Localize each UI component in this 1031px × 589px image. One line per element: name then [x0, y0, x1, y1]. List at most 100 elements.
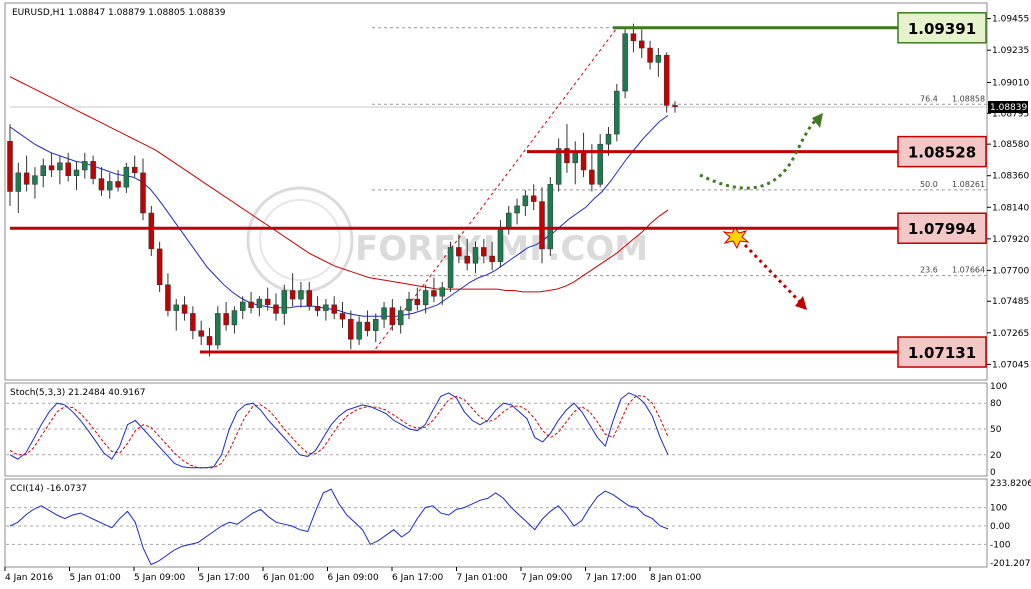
candle-body [580, 152, 587, 171]
candle-body [181, 304, 188, 314]
candle [614, 83, 620, 142]
stoch-label: Stoch(5,3,3) 21.2484 40.9167 [10, 388, 145, 398]
candle-body [32, 175, 38, 185]
candle-body [314, 306, 321, 311]
candle [622, 26, 628, 99]
cci-tick-label: -201.2077 [990, 559, 1031, 569]
time-tick-label: 4 Jan 2016 [5, 573, 53, 583]
candle-body [456, 247, 462, 257]
candle-body [630, 33, 637, 42]
candle-body [40, 165, 46, 176]
candle-body [48, 165, 55, 171]
candle-body [264, 298, 271, 306]
candle-body [223, 313, 229, 326]
candle-body [406, 298, 412, 311]
candle-body [672, 105, 678, 108]
cci-label: CCI(14) -16.0737 [10, 484, 87, 494]
candle-body [506, 212, 512, 228]
candle-body [339, 313, 346, 320]
candle-body [522, 195, 529, 207]
candle [663, 52, 670, 113]
fib-level-price: 1.08858 [952, 94, 985, 103]
candle-body [23, 172, 30, 185]
candle-body [165, 284, 171, 311]
candle-body [397, 310, 404, 326]
candle-body [289, 290, 296, 300]
candle-body [373, 318, 379, 331]
candle-body [555, 148, 562, 185]
candle-body [256, 298, 263, 308]
candle-body [439, 287, 445, 297]
candle-body [140, 172, 146, 214]
candle-body [98, 178, 105, 191]
candle-body [115, 181, 121, 188]
level-value: 1.07131 [908, 344, 976, 362]
candle [447, 241, 454, 292]
candle-body [431, 290, 437, 297]
chart-header: EURUSD,H1 1.08847 1.08879 1.08805 1.0883… [12, 8, 226, 18]
stoch-tick-label: 50 [990, 425, 1002, 435]
candle-body [614, 90, 620, 135]
candle-body [364, 321, 371, 331]
candle-body [414, 298, 421, 306]
price-tick-label: 1.07700 [992, 266, 1029, 276]
candle-body [331, 304, 337, 314]
fib-level-label: 76.4 [920, 94, 938, 103]
cci-axis: 233.8206 100 0.00 -100 -201.2077 [990, 479, 1031, 569]
price-tick-label: 1.07045 [992, 360, 1029, 370]
price-tick-label: 1.08140 [992, 203, 1029, 213]
level-value: 1.07994 [908, 220, 976, 238]
cci-tick-label: 100 [990, 504, 1007, 514]
candle-body [514, 205, 520, 214]
stoch-tick-label: 0 [990, 468, 996, 478]
stoch-tick-label: 80 [990, 399, 1002, 409]
candle-body [123, 166, 130, 188]
candle-body [281, 290, 288, 314]
candle-body [107, 181, 113, 191]
candle-body [323, 304, 329, 311]
price-tick-label: 1.07485 [992, 297, 1029, 307]
candle-body [57, 162, 63, 171]
time-tick-label: 6 Jan 09:00 [328, 573, 380, 583]
candle-body [348, 318, 354, 340]
price-tick-label: 1.07920 [992, 235, 1029, 245]
candle-body [248, 301, 254, 308]
candle-body [298, 290, 304, 300]
candle-body [647, 47, 653, 63]
candle-body [82, 161, 88, 171]
current-price-label: 1.08839 [990, 103, 1027, 113]
candle-body [381, 307, 387, 320]
candle-body [481, 247, 487, 257]
candle-body [639, 40, 645, 49]
candle-body [472, 247, 479, 264]
fib-level-label: 50.0 [920, 180, 938, 189]
candle-body [65, 162, 71, 176]
candle-body [148, 212, 155, 250]
price-tick-label: 1.07265 [992, 329, 1029, 339]
candle [148, 205, 155, 257]
candle-body [7, 141, 13, 192]
cci-tick-label: 0.00 [990, 522, 1010, 532]
candle-body [572, 152, 578, 164]
level-value: 1.09391 [908, 20, 976, 38]
candle-body [15, 172, 22, 192]
stoch-tick-label: 20 [990, 451, 1002, 461]
cci-tick-label: 233.8206 [990, 479, 1031, 489]
time-tick-label: 7 Jan 09:00 [521, 573, 573, 583]
candle-body [622, 33, 628, 92]
candle-body [356, 321, 362, 340]
price-tick-label: 1.08580 [992, 140, 1029, 150]
candle-body [489, 255, 495, 263]
candle-body [231, 310, 238, 326]
forex-chart: FOREXIMF.COM EURUSD,H1 1.08847 1.08879 1… [4, 2, 1031, 583]
price-tick-label: 1.09455 [992, 15, 1029, 25]
candle-body [389, 307, 396, 326]
fib-level-price: 1.08261 [952, 180, 985, 189]
candle-body [663, 54, 670, 106]
price-tick-label: 1.08360 [992, 172, 1029, 182]
candle-body [589, 169, 595, 185]
candle-body [464, 255, 470, 264]
candle-body [206, 336, 213, 346]
time-tick-label: 5 Jan 01:00 [70, 573, 122, 583]
candle-body [655, 54, 662, 63]
